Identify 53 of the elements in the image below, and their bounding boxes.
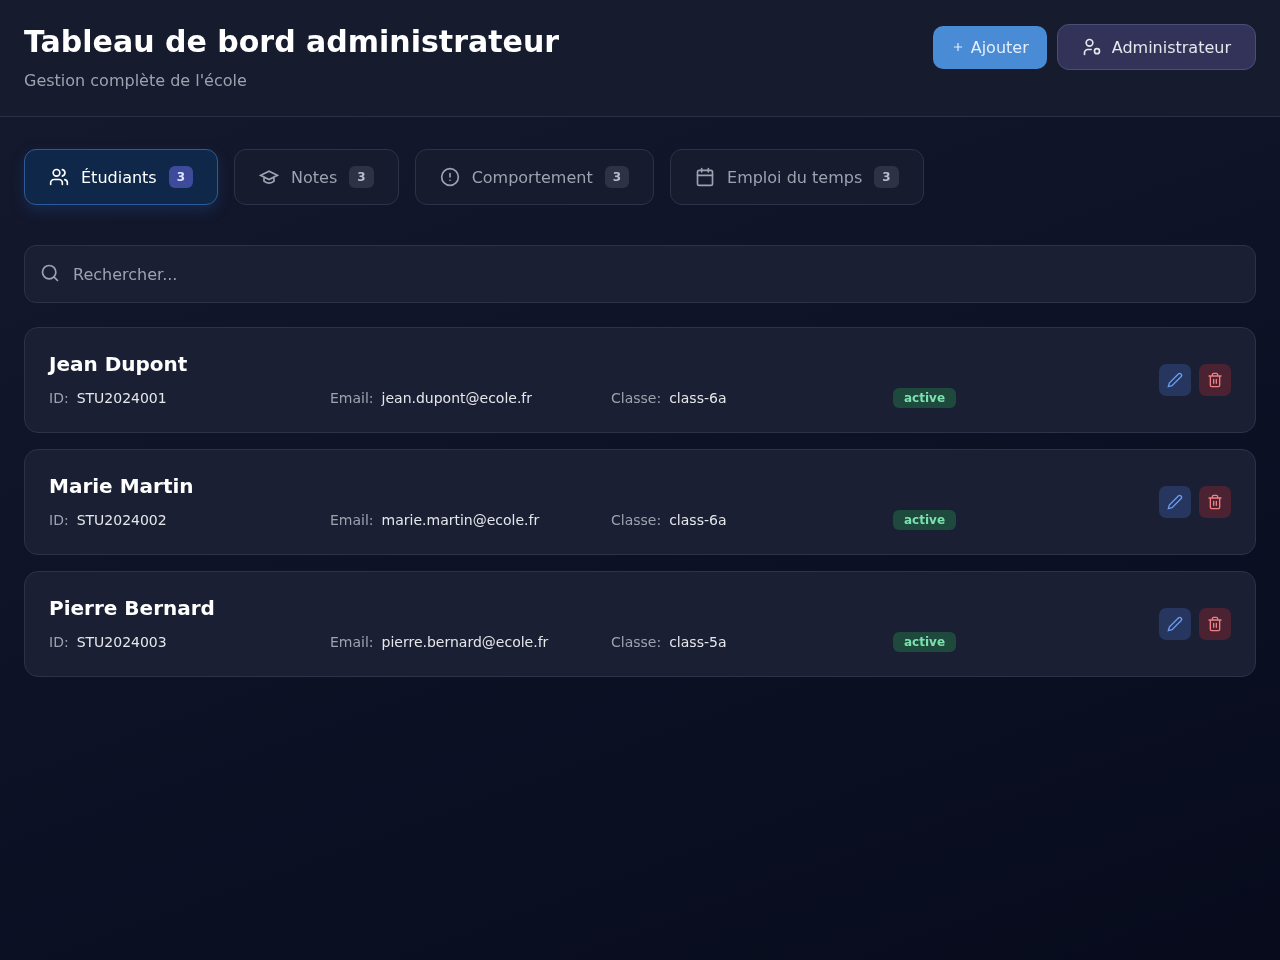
field-value: marie.martin@ecole.fr [381,512,540,528]
user-gear-icon [1081,37,1102,57]
trash-icon [1207,616,1223,632]
search-field[interactable]: Rechercher... [24,245,1256,303]
pencil-icon [1167,494,1183,510]
count-badge: 3 [349,166,374,188]
trash-icon [1207,372,1223,388]
field-label: ID: [49,390,69,406]
edit-button[interactable] [1159,364,1191,396]
field-label: Classe: [611,512,662,528]
field-value: class-6a [669,390,727,406]
field-value: class-6a [669,512,727,528]
count-badge: 3 [874,166,899,188]
pencil-icon [1167,372,1183,388]
users-icon [49,167,69,187]
field-label: Classe: [611,634,662,650]
role-label: Administrateur [1111,37,1231,57]
field-value: jean.dupont@ecole.fr [381,390,533,406]
trash-icon [1207,494,1223,510]
field-label: ID: [49,634,69,650]
field-value: class-5a [669,634,727,650]
student-name: Marie Martin [49,474,195,498]
student-name: Pierre Bernard [49,596,216,620]
delete-button[interactable] [1199,608,1231,640]
field-label: Email: [330,390,374,406]
calendar-icon [695,167,715,187]
count-badge: 3 [168,166,194,188]
edit-button[interactable] [1159,486,1191,518]
count-badge: 3 [604,166,629,188]
field-value: pierre.bernard@ecole.fr [381,634,549,650]
status-badge: active [893,510,957,530]
status-badge: active [893,388,957,408]
field-label: ID: [49,512,69,528]
delete-button[interactable] [1199,364,1231,396]
student-name: Jean Dupont [49,352,189,376]
status-badge: active [893,632,957,652]
delete-button[interactable] [1199,486,1231,518]
graduation-cap-icon [259,167,280,187]
tab[interactable]: Notes 3 [234,149,399,205]
tab[interactable]: Emploi du temps 3 [670,149,924,205]
page-subtitle: Gestion complète de l'école [24,71,248,90]
tab[interactable]: Comportement 3 [414,149,654,205]
alert-circle-icon [439,167,460,187]
field-label: Classe: [611,390,662,406]
field-label: Email: [330,512,374,528]
field-label: Email: [330,634,374,650]
field-value: STU2024002 [76,512,167,528]
page-title: Tableau de bord administrateur [24,24,560,59]
field-value: STU2024001 [76,390,167,406]
edit-button[interactable] [1159,608,1191,640]
tab[interactable]: Étudiants 3 [24,149,219,205]
pencil-icon [1167,616,1183,632]
field-value: STU2024003 [76,634,167,650]
